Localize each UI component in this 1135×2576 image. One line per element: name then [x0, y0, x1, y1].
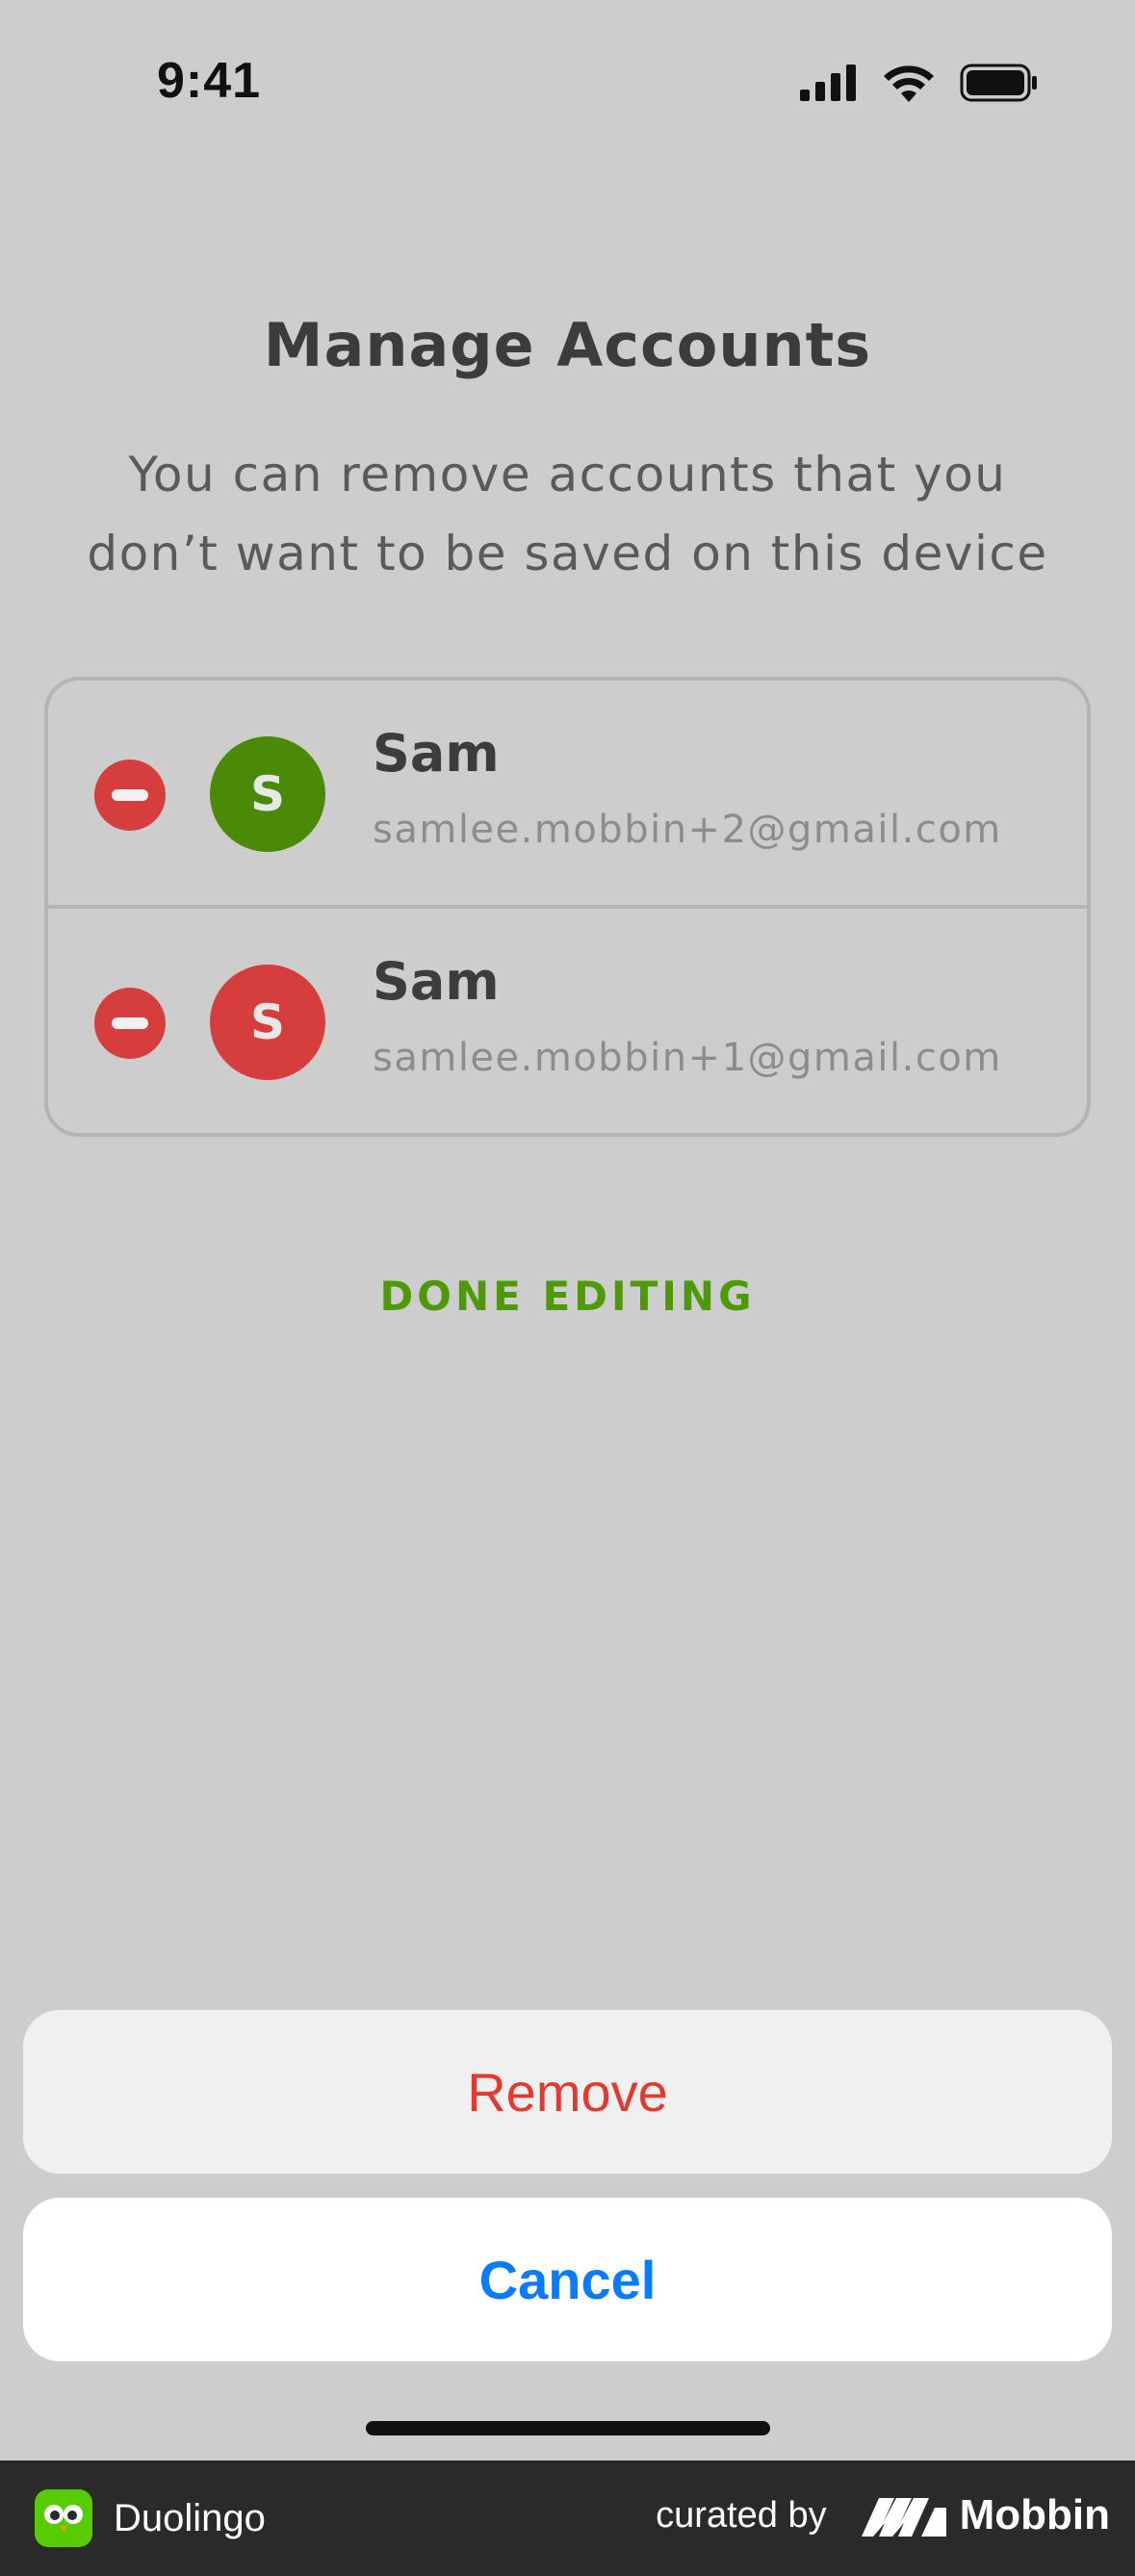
avatar: S: [210, 736, 325, 852]
wifi-icon: [884, 65, 934, 102]
battery-icon: [960, 64, 1037, 102]
footer-bar: Duolingo curated by Mobbin: [0, 2460, 1135, 2576]
footer-app-name: Duolingo: [114, 2496, 266, 2539]
account-email: samlee.mobbin+2@gmail.com: [373, 808, 1002, 852]
remove-button[interactable]: Remove: [23, 2010, 1112, 2174]
mobbin-logo-icon: [861, 2498, 946, 2537]
curated-by-label: curated by: [656, 2494, 827, 2536]
account-email: samlee.mobbin+1@gmail.com: [373, 1036, 1002, 1080]
footer-app: Duolingo: [35, 2489, 266, 2547]
page-subtitle: You can remove accounts that you don’t w…: [87, 447, 1048, 581]
status-bar: 9:41: [0, 0, 1135, 173]
account-list: S Sam samlee.mobbin+2@gmail.com S Sam sa…: [44, 677, 1091, 1137]
mobbin-brand: Mobbin: [861, 2491, 1110, 2539]
duolingo-logo-icon: [35, 2489, 92, 2547]
account-name: Sam: [373, 951, 500, 1012]
remove-account-icon[interactable]: [94, 760, 166, 831]
page-title: Manage Accounts: [263, 310, 872, 380]
footer-curated: curated by Mobbin: [656, 2491, 1110, 2539]
account-row[interactable]: S Sam samlee.mobbin+1@gmail.com: [48, 909, 1087, 1133]
cancel-button[interactable]: Cancel: [23, 2198, 1112, 2361]
done-editing-button[interactable]: DONE EDITING: [0, 1273, 1135, 1320]
mobbin-name: Mobbin: [959, 2491, 1110, 2538]
status-time: 9:41: [157, 53, 262, 109]
account-row[interactable]: S Sam samlee.mobbin+2@gmail.com: [48, 681, 1087, 909]
home-indicator: [366, 2421, 770, 2435]
cellular-signal-icon: [800, 64, 856, 101]
status-icons: [800, 64, 1039, 102]
remove-account-icon[interactable]: [94, 988, 166, 1059]
avatar: S: [210, 965, 325, 1080]
account-name: Sam: [373, 723, 500, 784]
